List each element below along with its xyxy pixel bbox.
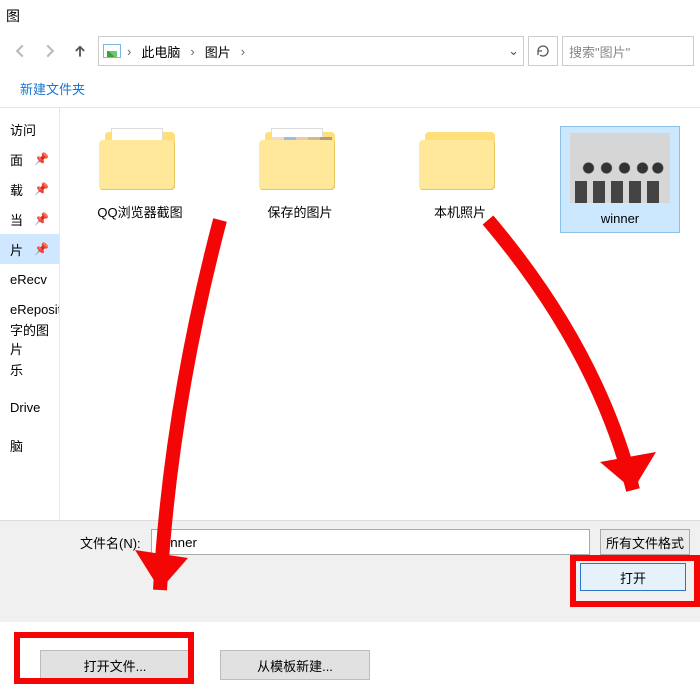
sidebar-item-label: eRepository (10, 302, 60, 317)
folder-icon (419, 126, 501, 194)
folder-icon (99, 126, 181, 194)
sidebar-item-desktop[interactable]: 面📌 (0, 144, 59, 174)
sidebar-item-quick-access[interactable]: 访问 (0, 114, 59, 144)
image-tile-winner[interactable]: winner (560, 126, 680, 233)
tile-label: winner (601, 211, 639, 226)
sidebar-item-label: 脑 (10, 436, 23, 455)
folder-tile-saved[interactable]: 保存的图片 (240, 126, 360, 221)
sidebar-item-this-pc[interactable]: 脑 (0, 430, 59, 460)
sidebar-item-label: 字的图片 (10, 320, 59, 358)
breadcrumb-folder-label: 图片 (205, 42, 231, 61)
template-label: 从模板新建... (257, 656, 333, 675)
nav-back-button[interactable] (6, 37, 34, 65)
new-folder-button[interactable]: 新建文件夹 (10, 73, 95, 104)
chevron-right-icon: › (127, 44, 131, 59)
nav-forward-button[interactable] (36, 37, 64, 65)
filter-label-text: 所有文件格式 (606, 533, 684, 552)
open-file-label: 打开文件... (84, 656, 147, 675)
search-placeholder: 搜索"图片" (569, 42, 630, 61)
image-thumbnail (570, 133, 670, 203)
pin-icon: 📌 (34, 152, 49, 166)
tile-label: 本机照片 (434, 202, 486, 221)
pictures-folder-icon (103, 44, 121, 58)
sidebar-item-pictures[interactable]: 片📌 (0, 234, 59, 264)
pin-icon: 📌 (34, 182, 49, 196)
breadcrumb-folder[interactable]: 图片 (201, 42, 235, 61)
title-text: 图 (6, 6, 20, 26)
app-lower-toolbar: 打开文件... 从模板新建... (0, 640, 700, 690)
dialog-footer: 文件名(N): 所有文件格式 打开 (0, 520, 700, 622)
dialog-title: 图 (0, 0, 700, 32)
pin-icon: 📌 (34, 212, 49, 226)
open-file-button[interactable]: 打开文件... (40, 650, 190, 680)
chevron-right-icon: › (190, 44, 194, 59)
breadcrumb-root[interactable]: 此电脑 (137, 42, 184, 61)
folder-tile-local[interactable]: 本机照片 (400, 126, 520, 221)
sidebar-item-label: 面 (10, 150, 23, 169)
sidebar-item-erecv[interactable]: eRecv (0, 264, 59, 294)
sidebar-item-label: 乐 (10, 360, 23, 379)
sidebar-item-label: 载 (10, 180, 23, 199)
tile-label: QQ浏览器截图 (97, 202, 182, 221)
sidebar-item-drive[interactable]: Drive (0, 392, 59, 422)
nav-bar: › 此电脑 › 图片 › ⌄ 搜索"图片" (0, 32, 700, 70)
file-type-filter[interactable]: 所有文件格式 (600, 529, 690, 555)
sidebar-item-music[interactable]: 乐 (0, 354, 59, 384)
sidebar-item-documents[interactable]: 当📌 (0, 204, 59, 234)
sidebar-item-saved-pics[interactable]: 字的图片 (0, 324, 59, 354)
chevron-right-icon: › (241, 44, 245, 59)
sidebar-item-label: eRecv (10, 272, 47, 287)
folder-icon (259, 126, 341, 194)
sidebar-item-label: 片 (10, 240, 23, 259)
nav-up-button[interactable] (66, 37, 94, 65)
sidebar-item-label: 访问 (10, 120, 36, 139)
open-button-label: 打开 (620, 568, 646, 587)
sidebar-item-downloads[interactable]: 载📌 (0, 174, 59, 204)
breadcrumb-root-label: 此电脑 (141, 42, 180, 61)
sidebar-item-label: 当 (10, 210, 23, 229)
tile-label: 保存的图片 (267, 202, 332, 221)
filename-label: 文件名(N): (80, 533, 141, 552)
refresh-button[interactable] (528, 36, 558, 66)
address-bar[interactable]: › 此电脑 › 图片 › ⌄ (98, 36, 524, 66)
pin-icon: 📌 (34, 242, 49, 256)
folder-tile-qq[interactable]: QQ浏览器截图 (80, 126, 200, 221)
open-button[interactable]: 打开 (580, 563, 686, 591)
dialog-toolbar: 新建文件夹 (0, 70, 700, 108)
new-from-template-button[interactable]: 从模板新建... (220, 650, 370, 680)
search-input[interactable]: 搜索"图片" (562, 36, 694, 66)
file-list[interactable]: QQ浏览器截图 保存的图片 本机照片 winner (60, 108, 700, 520)
filename-input[interactable] (151, 529, 590, 555)
sidebar-item-label: Drive (10, 400, 40, 415)
sidebar: 访问 面📌 载📌 当📌 片📌 eRecv eRepository 字的图片 乐 … (0, 108, 60, 520)
chevron-down-icon[interactable]: ⌄ (508, 43, 519, 59)
file-open-dialog: 图 › 此电脑 › 图片 › ⌄ 搜索"图片" 新建文件夹 访问 面 (0, 0, 700, 622)
